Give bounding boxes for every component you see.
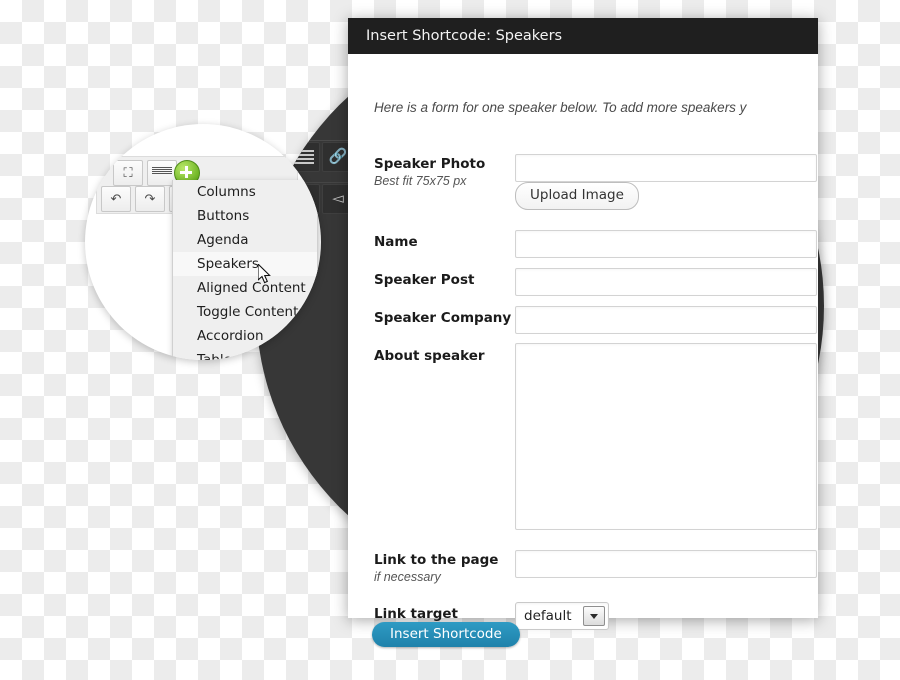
field-speaker-photo: Speaker Photo Best fit 75x75 px — [374, 156, 485, 188]
speaker-photo-label: Speaker Photo — [374, 156, 486, 172]
speaker-post-label: Speaker Post — [374, 272, 475, 288]
menu-item-agenda[interactable]: Agenda — [173, 228, 317, 252]
about-speaker-textarea[interactable] — [515, 343, 817, 530]
name-input[interactable] — [515, 230, 817, 258]
insert-shortcode-dialog: Insert Shortcode: Speakers Here is a for… — [348, 18, 818, 630]
field-about-speaker: About speaker — [374, 348, 485, 364]
shortcode-dropdown-menu: Columns Buttons Agenda Speakers Aligned … — [172, 180, 318, 360]
speaker-company-input[interactable] — [515, 306, 817, 334]
redo-icon: ↷ — [144, 191, 156, 206]
field-speaker-company: Speaker Company — [374, 310, 511, 326]
redo-button[interactable]: ↷ — [135, 186, 165, 212]
dialog-body: Here is a form for one speaker below. To… — [348, 54, 818, 630]
mouse-cursor-icon — [258, 264, 271, 284]
menu-item-toggle-content[interactable]: Toggle Content — [173, 300, 317, 324]
link-target-select[interactable]: default — [515, 602, 609, 630]
field-speaker-post: Speaker Post — [374, 272, 474, 288]
fullscreen-icon: ⛶ — [123, 165, 133, 180]
fullscreen-button[interactable]: ⛶ — [113, 160, 143, 186]
speaker-photo-hint: Best fit 75x75 px — [374, 174, 467, 188]
intro-text: Here is a form for one speaker below. To… — [374, 100, 747, 115]
menu-item-aligned-content[interactable]: Aligned Content — [173, 276, 317, 300]
about-speaker-label: About speaker — [374, 348, 485, 364]
speaker-company-label: Speaker Company — [374, 310, 512, 326]
link-to-page-hint: if necessary — [374, 570, 441, 584]
insert-shortcode-button[interactable]: Insert Shortcode — [372, 622, 520, 647]
menu-item-speakers[interactable]: Speakers — [173, 252, 317, 276]
speaker-post-input[interactable] — [515, 268, 817, 296]
menu-item-buttons[interactable]: Buttons — [173, 204, 317, 228]
speaker-photo-input[interactable] — [515, 154, 817, 182]
menu-item-table[interactable]: Table — [173, 348, 317, 360]
dialog-title: Insert Shortcode: Speakers — [348, 18, 818, 54]
field-name: Name — [374, 234, 418, 250]
upload-image-button[interactable]: Upload Image — [515, 182, 639, 210]
link-to-page-label: Link to the page — [374, 552, 499, 568]
link-target-label: Link target — [374, 606, 459, 622]
name-label: Name — [374, 234, 418, 250]
undo-button[interactable]: ↶ — [101, 186, 131, 212]
chevron-down-icon[interactable] — [583, 606, 605, 626]
undo-icon: ↶ — [110, 191, 122, 206]
editor-zoom-bubble: ⛶ ↶ ↷ ⓧ Columns Buttons Agenda Speakers — [85, 124, 321, 360]
field-link-target: Link target — [374, 606, 458, 622]
menu-item-columns[interactable]: Columns — [173, 180, 317, 204]
link-to-page-input[interactable] — [515, 550, 817, 578]
menu-item-accordion[interactable]: Accordion — [173, 324, 317, 348]
field-link-to-page: Link to the page if necessary — [374, 552, 498, 584]
link-target-value: default — [524, 608, 572, 624]
